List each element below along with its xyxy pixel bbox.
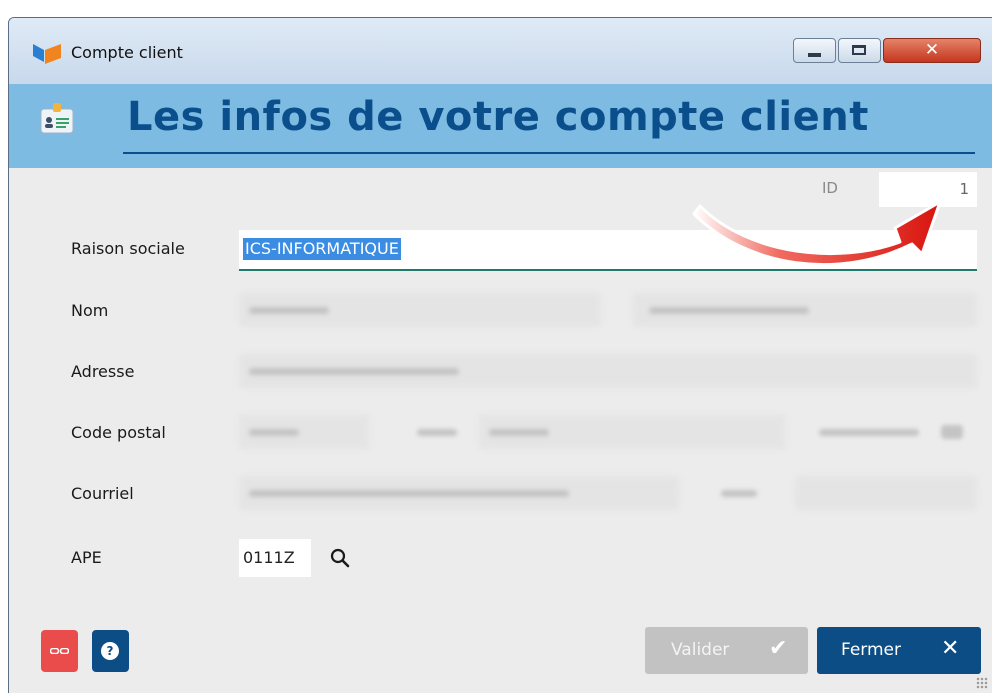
nom-label: Nom: [71, 301, 109, 320]
unlink-button[interactable]: [41, 630, 78, 672]
close-icon: ✕: [941, 636, 960, 661]
code-postal-label: Code postal: [71, 423, 166, 442]
raison-sociale-value: ICS-INFORMATIQUE: [243, 238, 401, 260]
fermer-label: Fermer: [841, 640, 902, 660]
app-logo-icon: [33, 44, 61, 64]
ville-value-redacted: [489, 429, 549, 436]
window-close-button[interactable]: ✕: [883, 38, 981, 63]
code-postal-search-icon[interactable]: [941, 425, 963, 439]
adresse-label: Adresse: [71, 362, 135, 381]
prenom-value-redacted: [649, 307, 809, 314]
ville-label-redacted: [417, 429, 457, 436]
tel-label-redacted: [721, 490, 757, 497]
title-bar[interactable]: Compte client ✕: [9, 18, 992, 84]
page-title: Les infos de votre compte client: [127, 94, 869, 140]
search-icon[interactable]: [329, 547, 351, 569]
tel-input[interactable]: [795, 476, 977, 510]
pays-redacted: [819, 429, 919, 436]
title-underline: [123, 152, 975, 154]
code-postal-value-redacted: [249, 429, 299, 436]
resize-grip[interactable]: [976, 677, 988, 689]
fermer-button[interactable]: Fermer ✕: [817, 627, 981, 674]
window-title: Compte client: [71, 43, 183, 62]
minimize-icon: [808, 53, 821, 57]
ape-label: APE: [71, 548, 102, 567]
check-icon: ✔: [769, 636, 788, 661]
compte-client-window: Compte client ✕ Les infos de votre compt…: [8, 17, 992, 693]
nom-value-redacted: [249, 307, 329, 314]
header-banner: Les infos de votre compte client: [9, 84, 992, 168]
valider-label: Valider: [671, 640, 730, 660]
annotation-arrow-icon: [692, 200, 942, 267]
valider-button[interactable]: Valider ✔: [645, 627, 808, 674]
help-icon: ?: [101, 642, 119, 660]
courriel-value-redacted: [249, 490, 569, 497]
ape-input[interactable]: 0111Z: [239, 539, 311, 577]
raison-sociale-label: Raison sociale: [71, 239, 185, 258]
unlink-icon: [50, 648, 69, 654]
maximize-icon: [852, 45, 866, 55]
courriel-label: Courriel: [71, 484, 134, 503]
adresse-value-redacted: [249, 368, 459, 375]
close-icon: ✕: [924, 40, 940, 60]
minimize-button[interactable]: [793, 38, 836, 63]
contact-card-icon: [40, 103, 74, 134]
maximize-button[interactable]: [838, 38, 881, 63]
help-button[interactable]: ?: [92, 630, 129, 672]
